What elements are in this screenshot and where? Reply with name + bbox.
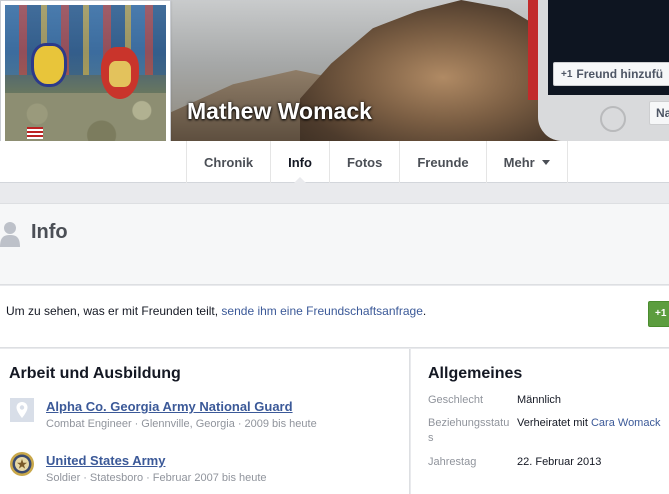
relationship-prefix: Verheiratet mit [517,417,591,429]
tab-freunde[interactable]: Freunde [400,141,487,183]
work-period: 2009 bis heute [244,418,317,430]
message-button[interactable]: Na [649,101,669,125]
relationship-value: Verheiratet mit Cara Womack [517,416,660,431]
work-details: Soldier · Statesboro · Februar 2007 bis heut… [46,472,267,484]
general-panel: Allgemeines Geschlecht Männlich Beziehun… [411,349,669,494]
work-place: Glennville, Georgia [141,418,235,430]
work-role: Soldier [46,472,81,484]
gender-label: Geschlecht [428,394,484,406]
tab-label: Freunde [417,154,469,170]
gender-value: Männlich [517,394,562,406]
tab-mehr[interactable]: Mehr [487,141,568,183]
friend-request-link[interactable]: sende ihm eine Freundschaftsanfrage [221,304,422,318]
work-name-link[interactable]: Alpha Co. Georgia Army National Guard [46,399,293,414]
work-place: Statesboro [89,472,144,484]
profile-nav: Chronik Info Fotos Freunde Mehr [0,141,669,184]
anniversary-value: 22. Februar 2013 [517,456,602,468]
add-friend-button[interactable]: +1 Freund hinzufü [553,62,669,86]
tab-label: Info [288,154,312,170]
tab-chronik[interactable]: Chronik [187,141,272,183]
anniversary-label: Jahrestag [428,456,477,468]
add-friend-green-button[interactable]: +1 [648,301,669,327]
work-title: Arbeit und Ausbildung [9,365,181,382]
tab-label: Fotos [346,154,383,170]
work-education-panel: Arbeit und Ausbildung Alpha Co. Georgia … [0,349,410,494]
relationship-label: Beziehungsstatus [428,417,510,444]
tab-fotos[interactable]: Fotos [330,141,401,183]
notice-text: Um zu sehen, was er mit Freunden teilt, [6,304,222,318]
friend-request-notice: Um zu sehen, was er mit Freunden teilt, … [0,286,669,348]
person-icon [0,222,20,247]
notice-text-end: . [422,304,427,318]
add-friend-green-label: +1 [655,308,667,319]
info-header: Info [0,203,669,285]
chevron-down-icon [541,159,550,165]
tab-info[interactable]: Info [271,141,330,184]
profile-name[interactable]: Mathew Womack [187,98,372,125]
work-name-link[interactable]: United States Army [46,453,165,468]
message-label: Na [656,106,669,120]
work-details: Combat Engineer · Glennville, Georgia · 2009… [46,418,317,430]
add-friend-icon: +1 [561,68,573,80]
spouse-link[interactable]: Cara Womack [591,417,660,429]
work-role: Combat Engineer [46,418,132,430]
tab-label: Chronik [204,154,254,170]
add-friend-label: Freund hinzufü [576,67,664,81]
army-seal-icon [10,452,34,476]
general-title: Allgemeines [428,365,523,382]
work-period: Februar 2007 bis heute [152,472,267,484]
page-title: Info [31,221,68,243]
map-pin-icon [10,398,34,422]
tab-label: Mehr [503,154,535,170]
